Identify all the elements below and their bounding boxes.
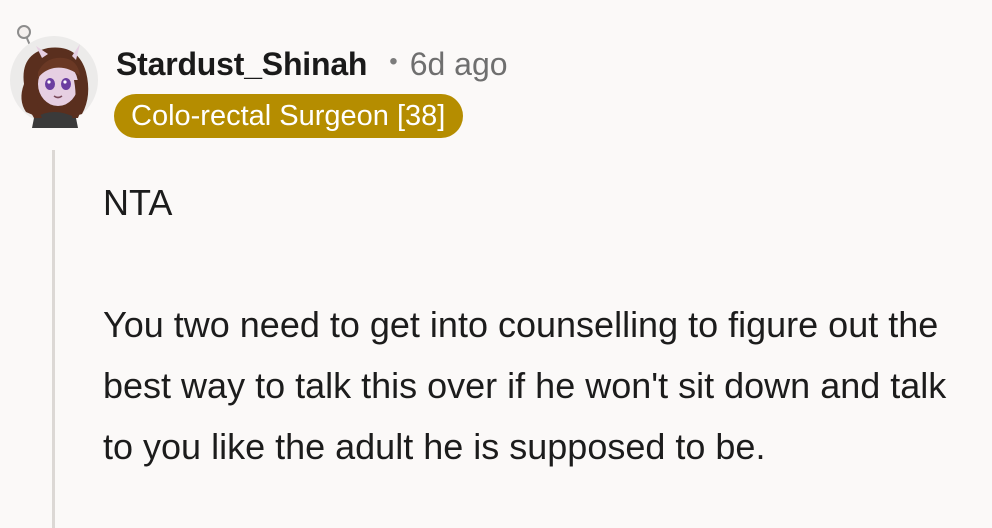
comment-timestamp[interactable]: 6d ago <box>410 46 508 83</box>
meta-separator: • <box>389 48 398 75</box>
comment: Stardust_Shinah • 6d ago Colo-rectal Sur… <box>0 0 992 528</box>
comment-paragraph-1: NTA <box>103 182 173 223</box>
user-avatar-icon[interactable] <box>6 22 102 128</box>
thread-line[interactable] <box>52 150 55 528</box>
user-flair-badge: Colo-rectal Surgeon [38] <box>114 94 464 138</box>
username-link[interactable]: Stardust_Shinah <box>116 46 367 83</box>
comment-body: NTA You two need to get into counselling… <box>103 172 983 477</box>
comment-meta: Stardust_Shinah • 6d ago <box>116 40 508 88</box>
comment-paragraph-2: You two need to get into counselling to … <box>103 304 947 467</box>
